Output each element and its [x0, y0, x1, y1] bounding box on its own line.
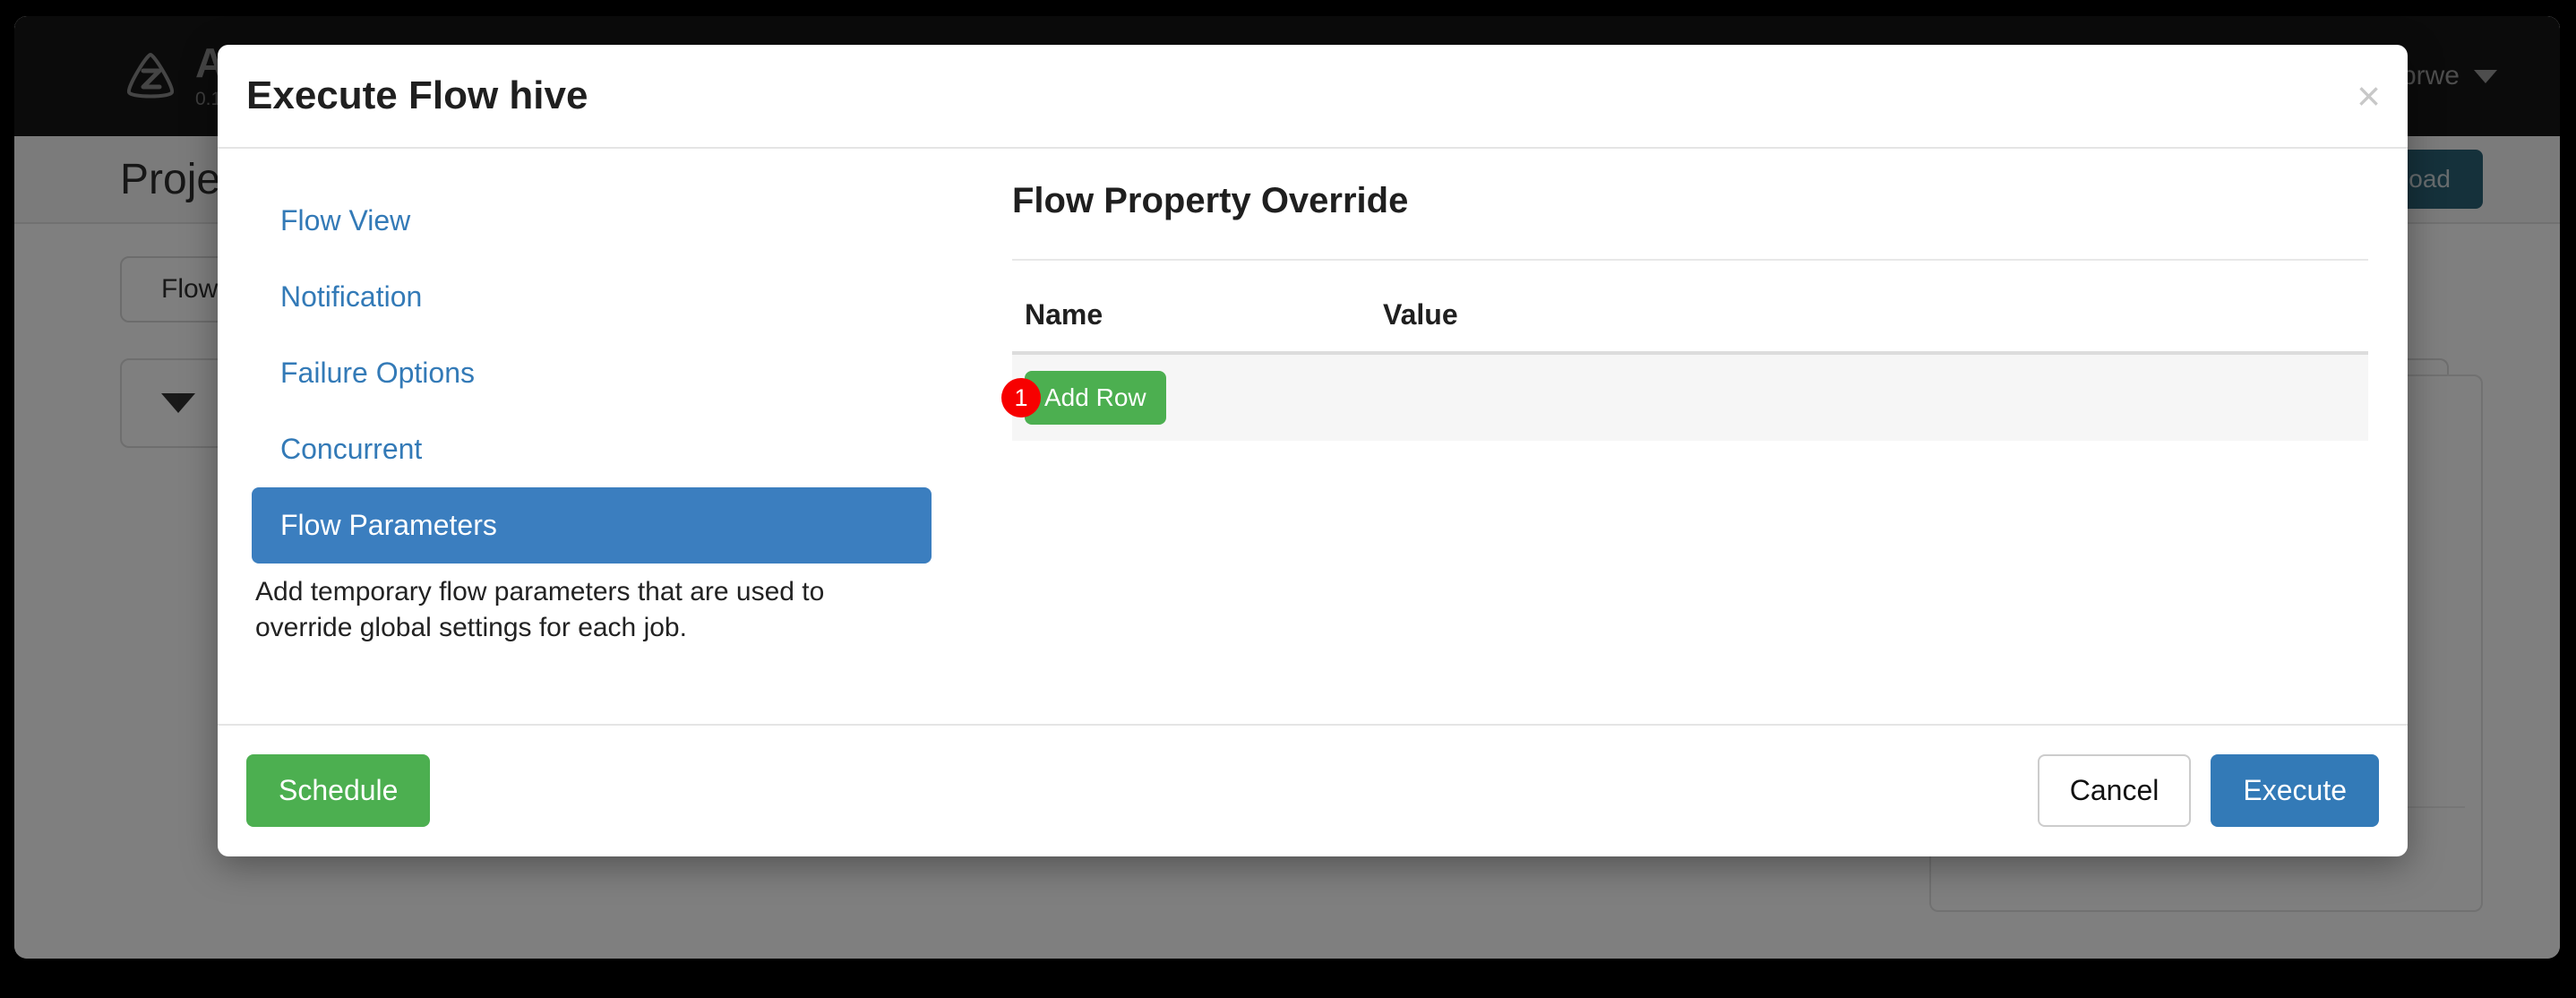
- screen: A 0.1 kkbrwe Projec Download Flows hive …: [0, 0, 2576, 998]
- sidebar-item-flow-view[interactable]: Flow View: [252, 183, 932, 259]
- annotation-marker-1: 1: [1001, 378, 1041, 417]
- table-body: 1 Add Row: [1001, 353, 2368, 441]
- table-footer-row: 1 Add Row: [1001, 353, 2368, 441]
- sidebar-item-notification[interactable]: Notification: [252, 259, 932, 335]
- modal-title: Execute Flow hive: [246, 73, 588, 117]
- flow-property-override-table: Name Value 1 Add Row: [1001, 264, 2368, 441]
- cancel-button[interactable]: Cancel: [2037, 753, 2192, 827]
- add-row-cell: 1 Add Row: [1001, 353, 2368, 441]
- execute-flow-modal: Execute Flow hive × Flow View Notificati…: [218, 45, 2408, 856]
- modal-body: Flow View Notification Failure Options C…: [218, 149, 2408, 724]
- modal-main-panel: Flow Property Override Name Value 1 Add …: [975, 149, 2408, 724]
- sidebar-item-flow-parameters[interactable]: Flow Parameters: [252, 487, 932, 564]
- modal-footer: Schedule Cancel Execute: [218, 724, 2408, 855]
- modal-sidebar: Flow View Notification Failure Options C…: [218, 149, 975, 724]
- column-header-name: Name: [1012, 264, 1370, 355]
- flow-property-override-heading: Flow Property Override: [1012, 181, 2368, 261]
- add-row-wrapper: 1 Add Row: [1001, 371, 1166, 425]
- add-row-button[interactable]: Add Row: [1025, 371, 1166, 425]
- table-header-row: Name Value: [1012, 264, 2368, 355]
- table-header: Name Value: [1012, 264, 2368, 355]
- sidebar-description: Add temporary flow parameters that are u…: [255, 577, 825, 642]
- sidebar-item-concurrent[interactable]: Concurrent: [252, 411, 932, 487]
- modal-header: Execute Flow hive ×: [218, 45, 2408, 149]
- column-header-value: Value: [1370, 264, 2368, 355]
- close-icon[interactable]: ×: [2357, 75, 2381, 116]
- footer-right-actions: Cancel Execute: [2037, 753, 2379, 827]
- schedule-button[interactable]: Schedule: [246, 753, 431, 827]
- execute-button[interactable]: Execute: [2211, 753, 2379, 827]
- sidebar-item-failure-options[interactable]: Failure Options: [252, 335, 932, 411]
